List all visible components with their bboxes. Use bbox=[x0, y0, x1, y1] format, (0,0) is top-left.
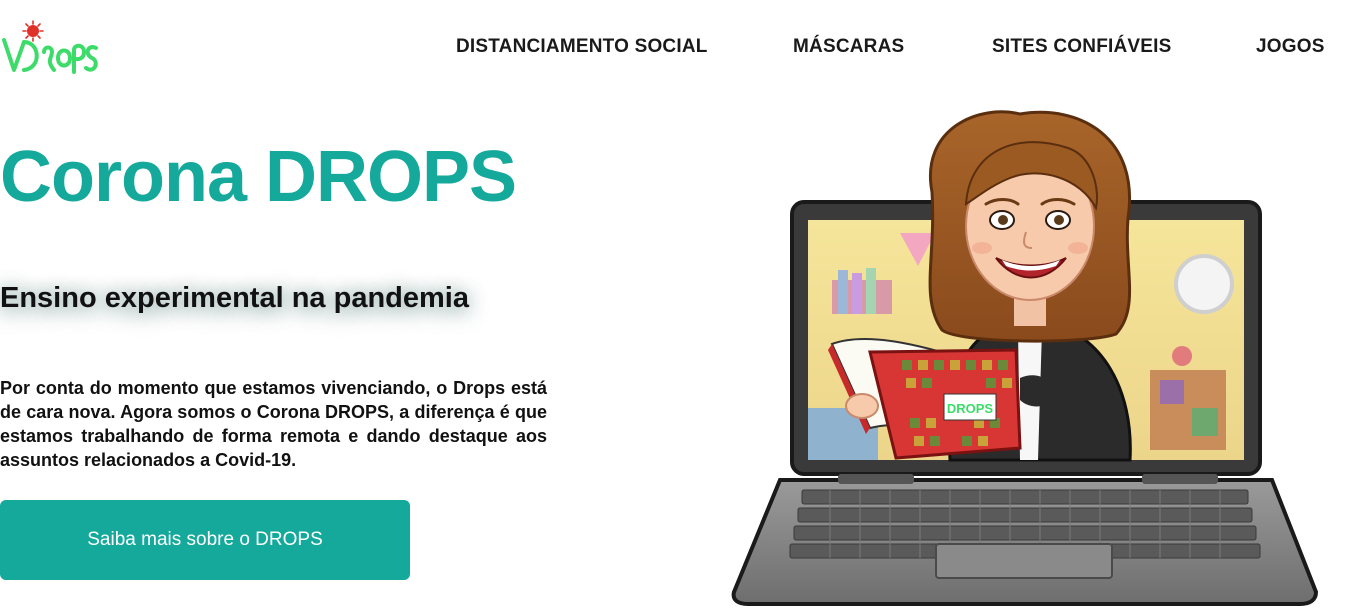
hero-subtitle: Ensino experimental na pandemia bbox=[0, 282, 469, 314]
book-logo-text: DROPS bbox=[947, 401, 994, 416]
nav-sites-confiaveis[interactable]: SITES CONFIÁVEIS bbox=[992, 36, 1172, 58]
learn-more-button[interactable]: Saiba mais sobre o DROPS bbox=[0, 500, 410, 580]
touchpad bbox=[935, 543, 1113, 579]
page-title: Corona DROPS bbox=[0, 137, 517, 217]
laptop-avatar-illustration: DROPS bbox=[731, 110, 1319, 606]
main-nav: DISTANCIAMENTO SOCIAL MÁSCARAS SITES CON… bbox=[0, 36, 1348, 60]
nav-jogos[interactable]: JOGOS bbox=[1256, 36, 1325, 58]
nav-mascaras[interactable]: MÁSCARAS bbox=[793, 36, 904, 58]
nav-distanciamento-social[interactable]: DISTANCIAMENTO SOCIAL bbox=[456, 36, 708, 58]
wall-clock-icon bbox=[1174, 254, 1234, 314]
page: DISTANCIAMENTO SOCIAL MÁSCARAS SITES CON… bbox=[0, 0, 1348, 609]
laptop-base bbox=[731, 474, 1319, 606]
hero-description: Por conta do momento que estamos vivenci… bbox=[0, 378, 547, 470]
